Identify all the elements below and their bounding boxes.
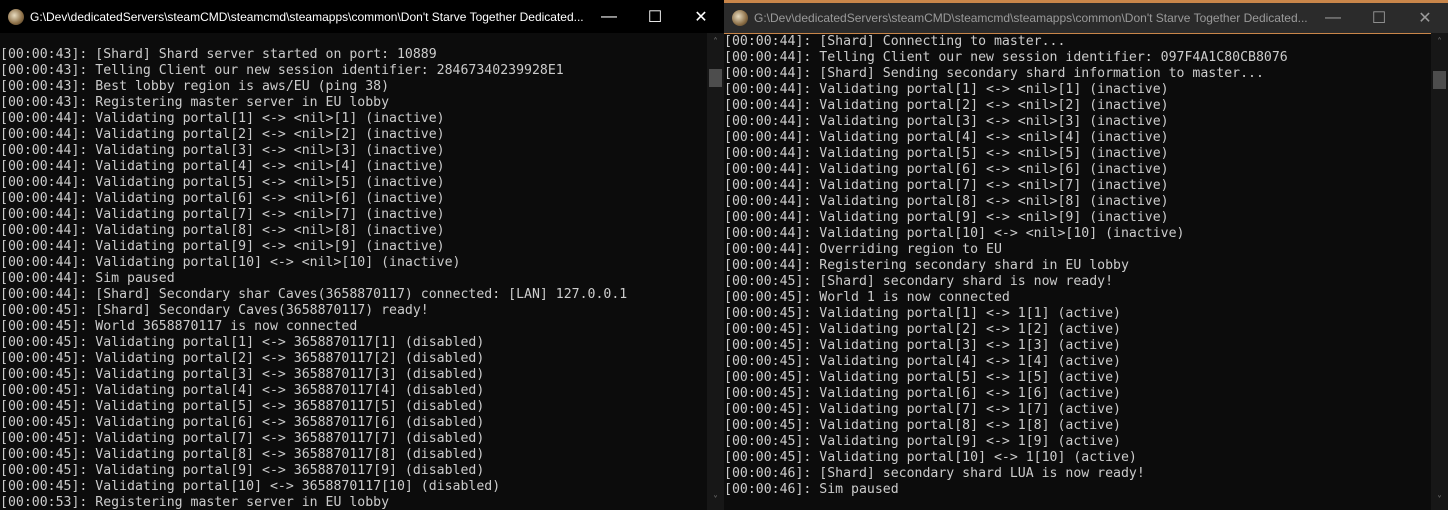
console-line: [00:00:43]: [Shard] Shard server started… (0, 47, 437, 62)
console-line: [00:00:44]: Validating portal[7] <-> <ni… (0, 207, 445, 222)
console-line: [00:00:46]: [Shard] secondary shard LUA … (724, 466, 1145, 481)
console-line: [00:00:44]: Validating portal[3] <-> <ni… (724, 114, 1169, 129)
console-line: [00:00:44]: Validating portal[6] <-> <ni… (0, 191, 445, 206)
console-line: [00:00:44]: Validating portal[7] <-> <ni… (724, 178, 1169, 193)
console-line: [00:00:44]: Validating portal[8] <-> <ni… (0, 223, 445, 238)
console-line: [00:00:45]: Validating portal[10] <-> 1[… (724, 450, 1137, 465)
console-line: [00:00:46]: Sim paused (724, 482, 899, 497)
console-line: [00:00:44]: Validating portal[10] <-> <n… (0, 255, 461, 270)
console-line: [00:00:44]: Validating portal[3] <-> <ni… (0, 143, 445, 158)
title-bar[interactable]: G:\Dev\dedicatedServers\steamCMD\steamcm… (724, 3, 1448, 33)
close-button[interactable]: ✕ (678, 7, 724, 27)
console-line: [00:00:45]: Validating portal[3] <-> 1[3… (724, 338, 1121, 353)
console-line: [00:00:45]: Validating portal[4] <-> 365… (0, 383, 485, 398)
console-line: [00:00:44]: Validating portal[2] <-> <ni… (0, 127, 445, 142)
console-line: [00:00:43]: Best lobby region is aws/EU … (0, 79, 390, 94)
console-line: [00:00:45]: Validating portal[2] <-> 1[2… (724, 322, 1121, 337)
window-title: G:\Dev\dedicatedServers\steamCMD\steamcm… (754, 11, 1308, 25)
console-line: [00:00:44]: Validating portal[2] <-> <ni… (724, 98, 1169, 113)
console-line: [00:00:44]: Validating portal[1] <-> <ni… (724, 82, 1169, 97)
scrollbar-thumb[interactable] (709, 69, 722, 87)
console-line: [00:00:45]: Validating portal[8] <-> 365… (0, 447, 485, 462)
console-output[interactable]: [00:00:43]: [Shard] Shard server started… (0, 47, 708, 510)
console-line: [00:00:44]: Validating portal[1] <-> <ni… (0, 111, 445, 126)
console-line: [00:00:45]: Validating portal[7] <-> 1[7… (724, 402, 1121, 417)
maximize-button[interactable]: ☐ (632, 7, 678, 27)
console-line: [00:00:45]: Validating portal[9] <-> 1[9… (724, 434, 1121, 449)
window-title: G:\Dev\dedicatedServers\steamCMD\steamcm… (30, 9, 584, 24)
console-line: [00:00:44]: Overriding region to EU (724, 242, 1002, 257)
console-line: [00:00:44]: Validating portal[5] <-> <ni… (724, 146, 1169, 161)
console-line: [00:00:44]: Validating portal[4] <-> <ni… (724, 130, 1169, 145)
console-line: [00:00:44]: Validating portal[4] <-> <ni… (0, 159, 445, 174)
console-line: [00:00:45]: Validating portal[2] <-> 365… (0, 351, 485, 366)
console-line: [00:00:45]: Validating portal[7] <-> 365… (0, 431, 485, 446)
console-line: [00:00:45]: [Shard] secondary shard is n… (724, 274, 1114, 289)
console-line: [00:00:45]: Validating portal[5] <-> 1[5… (724, 370, 1121, 385)
console-line: [00:00:45]: Validating portal[10] <-> 36… (0, 479, 501, 494)
console-line: [00:00:44]: Registering secondary shard … (724, 258, 1129, 273)
console-line: [00:00:45]: Validating portal[6] <-> 1[6… (724, 386, 1121, 401)
console-line: [00:00:44]: Sim paused (0, 271, 175, 286)
console-line: [00:00:44]: Telling Client our new sessi… (724, 50, 1288, 65)
scroll-down-icon[interactable]: ˅ (1431, 495, 1448, 506)
scrollbar-thumb[interactable] (1433, 71, 1446, 89)
scroll-up-icon[interactable]: ˄ (1431, 37, 1448, 48)
console-line: [00:00:45]: Validating portal[6] <-> 365… (0, 415, 485, 430)
console-line: [00:00:45]: Validating portal[4] <-> 1[4… (724, 354, 1121, 369)
console-line: [00:00:44]: [Shard] Connecting to master… (724, 34, 1066, 49)
minimize-button[interactable]: — (586, 8, 632, 26)
caves-console-window: G:\Dev\dedicatedServers\steamCMD\steamcm… (724, 0, 1448, 510)
console-line: [00:00:45]: Validating portal[9] <-> 365… (0, 463, 485, 478)
console-line: [00:00:44]: Validating portal[5] <-> <ni… (0, 175, 445, 190)
console-line: [00:00:45]: Validating portal[5] <-> 365… (0, 399, 485, 414)
console-line: [00:00:44]: Validating portal[9] <-> <ni… (0, 239, 445, 254)
master-console-window: G:\Dev\dedicatedServers\steamCMD\steamcm… (0, 0, 724, 510)
app-icon (732, 10, 748, 26)
minimize-button[interactable]: — (1310, 9, 1356, 27)
console-line: [00:00:45]: Validating portal[8] <-> 1[8… (724, 418, 1121, 433)
console-line: [00:00:45]: [Shard] Secondary Caves(3658… (0, 303, 429, 318)
console-line: [00:00:45]: Validating portal[3] <-> 365… (0, 367, 485, 382)
title-bar[interactable]: G:\Dev\dedicatedServers\steamCMD\steamcm… (0, 0, 724, 33)
console-line: [00:00:44]: [Shard] Secondary shar Caves… (0, 287, 628, 302)
app-icon (8, 8, 24, 25)
scroll-down-icon[interactable]: ˅ (707, 495, 724, 506)
console-line: [00:00:44]: [Shard] Sending secondary sh… (724, 66, 1264, 81)
console-output[interactable]: [00:00:44]: [Shard] Connecting to master… (724, 34, 1432, 510)
console-line: [00:00:45]: Validating portal[1] <-> 1[1… (724, 306, 1121, 321)
console-line: [00:00:53]: Registering master server in… (0, 495, 390, 510)
scrollbar[interactable]: ˄ ˅ (1431, 33, 1448, 510)
console-line: [00:00:44]: Validating portal[10] <-> <n… (724, 226, 1185, 241)
close-button[interactable]: ✕ (1402, 8, 1448, 28)
scrollbar[interactable]: ˄ ˅ (707, 33, 724, 510)
console-line: [00:00:43]: Telling Client our new sessi… (0, 63, 564, 78)
console-line: [00:00:45]: Validating portal[1] <-> 365… (0, 335, 485, 350)
console-line: [00:00:44]: Validating portal[9] <-> <ni… (724, 210, 1169, 225)
console-line: [00:00:44]: Validating portal[8] <-> <ni… (724, 194, 1169, 209)
console-line: [00:00:44]: Validating portal[6] <-> <ni… (724, 162, 1169, 177)
scroll-up-icon[interactable]: ˄ (707, 37, 724, 48)
console-line: [00:00:45]: World 3658870117 is now conn… (0, 319, 358, 334)
maximize-button[interactable]: ☐ (1356, 8, 1402, 28)
console-line: [00:00:45]: World 1 is now connected (724, 290, 1010, 305)
console-line: [00:00:43]: Registering master server in… (0, 95, 390, 110)
